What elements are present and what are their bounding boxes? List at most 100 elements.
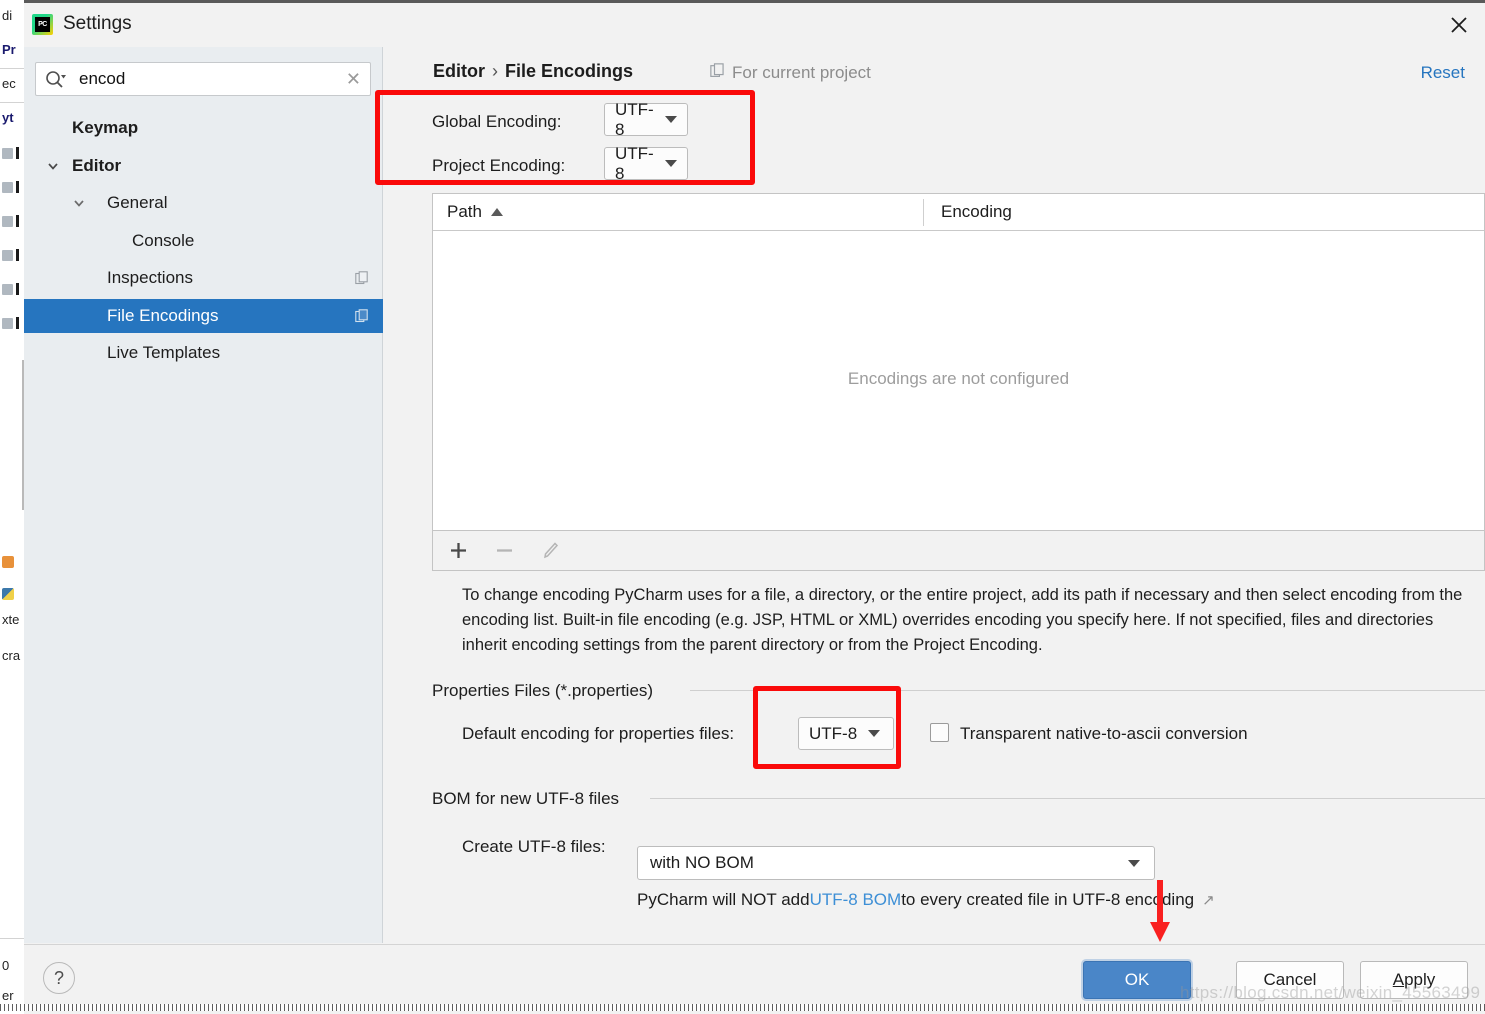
default-properties-encoding-label: Default encoding for properties files: bbox=[462, 724, 734, 744]
clear-icon[interactable]: ✕ bbox=[346, 69, 361, 89]
transparent-native-to-ascii-label: Transparent native-to-ascii conversion bbox=[960, 724, 1248, 744]
bom-note: PyCharm will NOT add UTF-8 BOM to every … bbox=[637, 890, 1215, 910]
breadcrumb: Editor›File Encodings bbox=[433, 61, 633, 82]
pycharm-icon: PC bbox=[32, 14, 53, 35]
breadcrumb-parent[interactable]: Editor bbox=[433, 61, 485, 81]
global-encoding-value: UTF-8 bbox=[615, 100, 654, 140]
chevron-down-icon[interactable] bbox=[72, 196, 86, 210]
create-utf8-files-value: with NO BOM bbox=[650, 853, 754, 873]
pycharm-icon-label: PC bbox=[35, 17, 50, 32]
breadcrumb-current: File Encodings bbox=[505, 61, 633, 81]
global-encoding-select[interactable]: UTF-8 bbox=[604, 103, 688, 136]
bg-divider bbox=[0, 102, 26, 103]
bom-section-title: BOM for new UTF-8 files bbox=[432, 789, 619, 809]
bg-chip bbox=[2, 318, 13, 329]
sidebar-item-label: Live Templates bbox=[107, 343, 220, 363]
utf8-bom-link[interactable]: UTF-8 BOM bbox=[810, 890, 902, 910]
bg-text-row: ec bbox=[2, 76, 16, 91]
copy-settings-icon[interactable] bbox=[355, 271, 369, 285]
copy-settings-icon[interactable] bbox=[355, 309, 369, 323]
cancel-button[interactable]: Cancel bbox=[1236, 961, 1344, 999]
bg-tick bbox=[16, 181, 19, 193]
bg-text-row: cra bbox=[2, 648, 20, 663]
chevron-down-icon bbox=[665, 160, 677, 167]
settings-dialog: PC Settings encod ✕ Keymap bbox=[24, 0, 1485, 1011]
chevron-down-icon bbox=[1128, 860, 1140, 867]
bg-chip bbox=[2, 148, 13, 159]
bg-chip bbox=[2, 250, 13, 261]
reset-link[interactable]: Reset bbox=[1421, 63, 1465, 83]
bg-divider bbox=[0, 68, 26, 69]
global-encoding-label: Global Encoding: bbox=[432, 112, 561, 132]
sidebar-item-label: Editor bbox=[72, 156, 121, 176]
pencil-icon[interactable] bbox=[537, 538, 563, 564]
column-header-path[interactable]: Path bbox=[447, 202, 503, 222]
sidebar-item-label: Keymap bbox=[72, 118, 138, 138]
sidebar-item-general[interactable]: General bbox=[24, 186, 383, 220]
for-current-project-label: For current project bbox=[710, 63, 871, 83]
apply-button[interactable]: Apply bbox=[1360, 961, 1468, 999]
create-utf8-files-select[interactable]: with NO BOM bbox=[637, 846, 1155, 880]
sidebar-item-inspections[interactable]: Inspections bbox=[24, 261, 383, 295]
properties-encoding-value: UTF-8 bbox=[809, 724, 857, 744]
bg-text-row: yt bbox=[2, 110, 14, 125]
apply-button-rest: pply bbox=[1404, 970, 1435, 990]
settings-content: Editor›File Encodings For current projec… bbox=[384, 47, 1485, 943]
properties-section-title: Properties Files (*.properties) bbox=[432, 681, 653, 701]
sidebar-item-label: General bbox=[107, 193, 167, 213]
table-empty-message: Encodings are not configured bbox=[433, 369, 1484, 389]
bg-tick bbox=[16, 215, 19, 227]
for-current-project-text: For current project bbox=[732, 63, 871, 83]
bg-python-file-icon bbox=[2, 588, 14, 600]
properties-encoding-select[interactable]: UTF-8 bbox=[798, 717, 894, 750]
search-icon bbox=[45, 70, 67, 89]
column-header-encoding-label: Encoding bbox=[941, 202, 1012, 222]
bg-chip bbox=[2, 182, 13, 193]
bottom-edge-strip bbox=[0, 1004, 1485, 1011]
sidebar-item-editor[interactable]: Editor bbox=[24, 149, 383, 183]
project-scope-icon bbox=[710, 63, 725, 83]
dialog-titlebar: PC Settings bbox=[24, 3, 1485, 47]
bg-text-row: di bbox=[2, 8, 12, 23]
sidebar-item-live-templates[interactable]: Live Templates bbox=[24, 336, 383, 370]
bg-text-row: xte bbox=[2, 612, 19, 627]
sidebar-item-label: File Encodings bbox=[107, 306, 219, 326]
sort-ascending-icon bbox=[491, 208, 503, 216]
create-utf8-files-label: Create UTF-8 files: bbox=[462, 837, 606, 857]
search-input[interactable]: encod ✕ bbox=[35, 62, 371, 96]
search-input-value: encod bbox=[79, 69, 125, 89]
bg-text-row: Pr bbox=[2, 42, 16, 57]
plus-icon[interactable] bbox=[445, 538, 471, 564]
bg-tick bbox=[16, 283, 19, 295]
chevron-down-icon bbox=[868, 730, 880, 737]
chevron-down-icon bbox=[665, 116, 677, 123]
project-encoding-select[interactable]: UTF-8 bbox=[604, 147, 688, 180]
sidebar-item-keymap[interactable]: Keymap bbox=[24, 111, 383, 145]
bom-note-suffix: to every created file in UTF-8 encoding bbox=[901, 890, 1194, 910]
sidebar-item-file-encodings[interactable]: File Encodings bbox=[24, 299, 383, 333]
encodings-description: To change encoding PyCharm uses for a fi… bbox=[462, 583, 1472, 658]
sidebar-item-console[interactable]: Console bbox=[24, 224, 383, 258]
chevron-down-icon[interactable] bbox=[46, 159, 60, 173]
close-icon[interactable] bbox=[1437, 5, 1481, 45]
bg-warning-icon bbox=[2, 556, 14, 568]
ok-button[interactable]: OK bbox=[1083, 961, 1191, 999]
column-header-encoding[interactable]: Encoding bbox=[941, 202, 1012, 222]
apply-button-mnemonic: A bbox=[1393, 970, 1404, 990]
sidebar-item-label: Console bbox=[132, 231, 194, 251]
column-divider[interactable] bbox=[923, 199, 924, 226]
section-divider bbox=[650, 798, 1485, 799]
background-ide-panel: Pr di ec yt xte cra 0 er bbox=[0, 0, 26, 1011]
bg-tick bbox=[16, 317, 19, 329]
transparent-native-to-ascii-checkbox[interactable] bbox=[930, 723, 949, 742]
column-header-path-label: Path bbox=[447, 202, 482, 222]
table-header-row: Path Encoding bbox=[433, 194, 1484, 231]
bg-chip bbox=[2, 216, 13, 227]
settings-sidebar: encod ✕ Keymap Editor General Console bbox=[24, 47, 383, 943]
project-encoding-value: UTF-8 bbox=[615, 144, 654, 184]
encodings-table: Path Encoding Encodings are not configur… bbox=[432, 193, 1485, 531]
bg-text-row: 0 bbox=[2, 958, 9, 973]
help-button[interactable]: ? bbox=[43, 962, 75, 994]
dialog-title: Settings bbox=[63, 13, 132, 35]
minus-icon[interactable] bbox=[491, 538, 517, 564]
